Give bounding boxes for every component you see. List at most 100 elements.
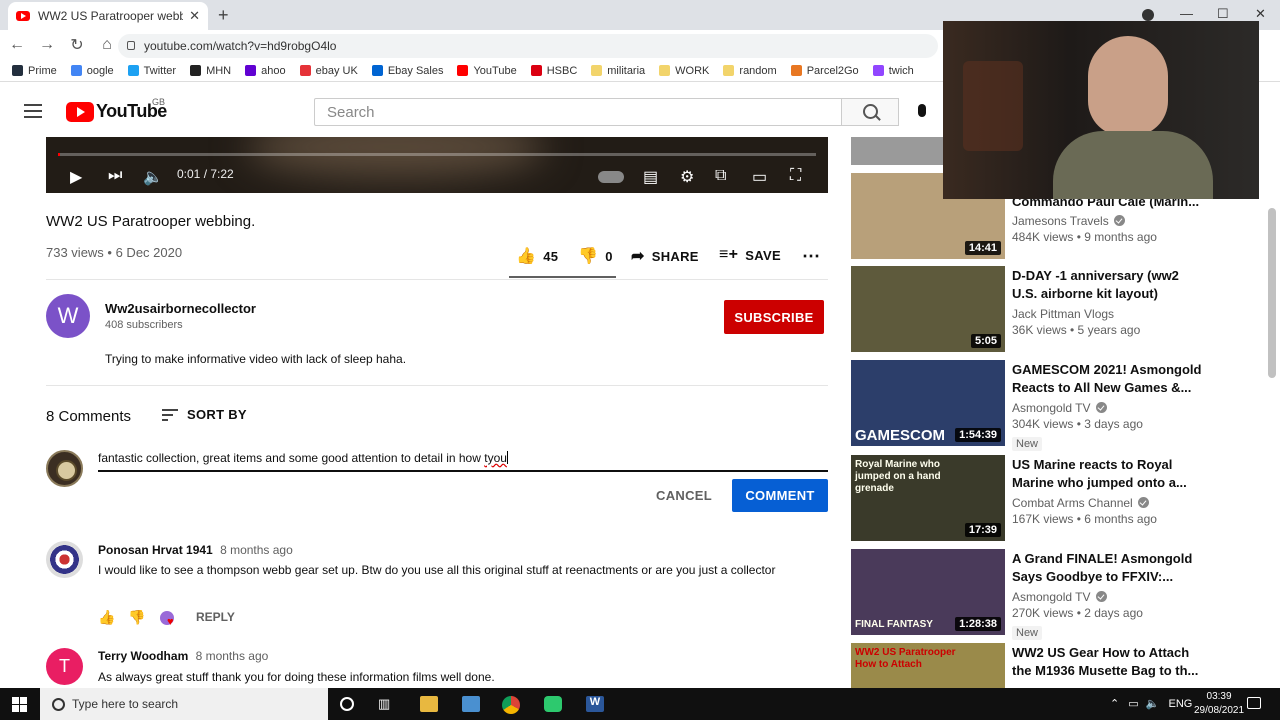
network-icon[interactable]: ▭ bbox=[1128, 698, 1138, 710]
youtube-logo[interactable]: YouTube GB bbox=[66, 97, 167, 122]
comment-input[interactable]: fantastic collection, great items and so… bbox=[98, 451, 828, 472]
menu-icon[interactable] bbox=[24, 104, 42, 118]
comment-author[interactable]: Terry Woodham 8 months ago bbox=[98, 649, 268, 663]
chrome-icon[interactable] bbox=[502, 696, 520, 714]
related-video-channel[interactable]: Combat Arms Channel bbox=[1012, 496, 1149, 510]
more-actions-icon[interactable]: ⋯ bbox=[802, 246, 820, 267]
bookmark-item[interactable]: random bbox=[723, 65, 777, 77]
related-video-channel[interactable]: Jamesons Travels bbox=[1012, 214, 1125, 228]
related-video-title[interactable]: GAMESCOM 2021! Asmongold Reacts to All N… bbox=[1012, 361, 1202, 397]
thumbs-down-icon: 👎 bbox=[578, 248, 599, 265]
language-indicator[interactable]: ENG bbox=[1169, 698, 1193, 710]
video-thumbnail[interactable]: GAMESCOM 1:54:39 bbox=[851, 360, 1005, 446]
app-icon[interactable] bbox=[544, 696, 562, 712]
clock-time: 03:39 bbox=[1206, 691, 1232, 702]
commenter-avatar[interactable] bbox=[46, 541, 83, 578]
bookmark-item[interactable]: YouTube bbox=[457, 65, 517, 77]
play-icon[interactable]: ▶ bbox=[70, 167, 82, 187]
bookmark-item[interactable]: MHN bbox=[190, 65, 231, 77]
minimize-icon[interactable]: — bbox=[1180, 6, 1193, 21]
profile-icon[interactable] bbox=[1142, 9, 1154, 21]
back-icon[interactable]: ← bbox=[4, 36, 30, 54]
maximize-icon[interactable]: ☐ bbox=[1217, 6, 1229, 22]
scrollbar[interactable] bbox=[1268, 208, 1276, 378]
video-thumbnail[interactable]: WW2 US Paratrooper How to Attach bbox=[851, 643, 1005, 688]
video-duration: 17:39 bbox=[964, 523, 1001, 537]
close-tab-icon[interactable]: ✕ bbox=[189, 8, 200, 24]
search-button[interactable] bbox=[841, 98, 899, 126]
autoplay-toggle[interactable] bbox=[598, 171, 624, 183]
video-thumbnail[interactable]: FINAL FANTASY 1:28:38 bbox=[851, 549, 1005, 635]
related-video-views: 167K views • 6 months ago bbox=[1012, 512, 1157, 526]
mail-icon[interactable] bbox=[462, 696, 480, 712]
subtitles-icon[interactable]: ▤ bbox=[643, 167, 658, 187]
related-video-channel[interactable]: Asmongold TV bbox=[1012, 590, 1107, 604]
related-video-title[interactable]: D-DAY -1 anniversary (ww2 U.S. airborne … bbox=[1012, 267, 1202, 303]
reload-icon[interactable]: ↻ bbox=[64, 35, 90, 55]
browser-tab[interactable]: WW2 US Paratrooper webbing. - YouTube ✕ bbox=[8, 2, 208, 30]
cortana-icon[interactable] bbox=[340, 697, 354, 711]
channel-avatar[interactable]: W bbox=[46, 294, 90, 338]
bookmark-item[interactable]: Parcel2Go bbox=[790, 65, 859, 77]
sort-by-button[interactable]: SORT BY bbox=[162, 407, 247, 422]
related-video-views: 484K views • 9 months ago bbox=[1012, 230, 1157, 244]
word-icon[interactable]: W bbox=[586, 696, 604, 712]
cancel-button[interactable]: CANCEL bbox=[648, 479, 720, 512]
comment-button[interactable]: COMMENT bbox=[732, 479, 828, 512]
task-view-icon[interactable]: ▥ bbox=[378, 696, 396, 712]
volume-icon[interactable]: 🔈 bbox=[143, 167, 163, 187]
save-button[interactable]: ≡+ SAVE bbox=[719, 246, 781, 264]
url-field[interactable]: youtube.com/watch?v=hd9robgO4lo bbox=[118, 34, 938, 58]
file-explorer-icon[interactable] bbox=[420, 696, 438, 712]
comment-like-icon[interactable]: 👍 bbox=[98, 609, 115, 626]
miniplayer-icon[interactable]: ⧉ bbox=[715, 167, 726, 185]
next-icon[interactable]: ⏭ bbox=[108, 167, 122, 185]
windows-start-icon[interactable] bbox=[12, 697, 27, 712]
microphone-icon[interactable] bbox=[918, 104, 926, 117]
related-video-channel[interactable]: Jack Pittman Vlogs bbox=[1012, 307, 1114, 321]
comment-author[interactable]: Ponosan Hrvat 1941 8 months ago bbox=[98, 543, 293, 557]
related-video-channel[interactable]: Asmongold TV bbox=[1012, 401, 1107, 415]
video-duration: 5:05 bbox=[970, 334, 1001, 348]
bookmark-item[interactable]: ahoo bbox=[245, 65, 286, 77]
video-player[interactable]: ▶ ⏭ 🔈 ▤ ⚙ ⧉ ▭ ⛶ 0:01 / 7:22 bbox=[46, 137, 828, 193]
like-button[interactable]: 👍 45 bbox=[516, 246, 558, 266]
progress-bar[interactable] bbox=[58, 153, 816, 156]
related-video-title[interactable]: A Grand FINALE! Asmongold Says Goodbye t… bbox=[1012, 550, 1202, 586]
chevron-up-icon[interactable]: ⌃ bbox=[1110, 698, 1119, 710]
bookmark-item[interactable]: militaria bbox=[591, 65, 645, 77]
video-thumbnail[interactable]: 5:05 bbox=[851, 266, 1005, 352]
reply-button[interactable]: REPLY bbox=[196, 610, 235, 624]
bookmark-item[interactable]: HSBC bbox=[530, 65, 577, 77]
settings-icon[interactable]: ⚙ bbox=[680, 167, 694, 187]
tab-title: WW2 US Paratrooper webbing. - YouTube bbox=[38, 9, 184, 23]
commenter-avatar[interactable]: T bbox=[46, 648, 83, 685]
bookmark-item[interactable]: Prime bbox=[12, 65, 57, 77]
bookmark-item[interactable]: Twitter bbox=[127, 65, 176, 77]
video-thumbnail[interactable]: Royal Marine who jumped on a hand grenad… bbox=[851, 455, 1005, 541]
dislike-button[interactable]: 👎 0 bbox=[578, 246, 613, 266]
bookmark-item[interactable]: oogle bbox=[70, 65, 114, 77]
speaker-icon[interactable]: 🔈 bbox=[1146, 698, 1160, 710]
home-icon[interactable]: ⌂ bbox=[94, 36, 120, 54]
bookmark-item[interactable]: WORK bbox=[659, 65, 709, 77]
related-video-title[interactable]: WW2 US Gear How to Attach the M1936 Muse… bbox=[1012, 644, 1202, 680]
bookmark-item[interactable]: Ebay Sales bbox=[371, 65, 443, 77]
comment-count: 8 Comments bbox=[46, 408, 132, 425]
comment-dislike-icon[interactable]: 👎 bbox=[128, 609, 145, 626]
channel-name[interactable]: Ww2usairbornecollector bbox=[105, 301, 256, 316]
related-video-title[interactable]: US Marine reacts to Royal Marine who jum… bbox=[1012, 456, 1202, 492]
new-tab-icon[interactable]: + bbox=[218, 5, 229, 26]
theater-mode-icon[interactable]: ▭ bbox=[752, 167, 767, 187]
taskbar-search[interactable]: Type here to search bbox=[40, 688, 328, 720]
fullscreen-icon[interactable]: ⛶ bbox=[790, 167, 801, 185]
search-input[interactable]: Search bbox=[314, 98, 842, 126]
notifications-icon[interactable] bbox=[1247, 697, 1261, 709]
subscribe-button[interactable]: SUBSCRIBE bbox=[724, 300, 824, 334]
clock[interactable]: 03:39 29/08/2021 bbox=[1194, 690, 1244, 718]
close-window-icon[interactable]: ✕ bbox=[1255, 6, 1266, 22]
forward-icon[interactable]: → bbox=[34, 36, 60, 54]
bookmark-item[interactable]: ebay UK bbox=[299, 65, 358, 77]
bookmark-item[interactable]: twich bbox=[872, 65, 914, 77]
share-button[interactable]: ➦ SHARE bbox=[631, 246, 699, 266]
